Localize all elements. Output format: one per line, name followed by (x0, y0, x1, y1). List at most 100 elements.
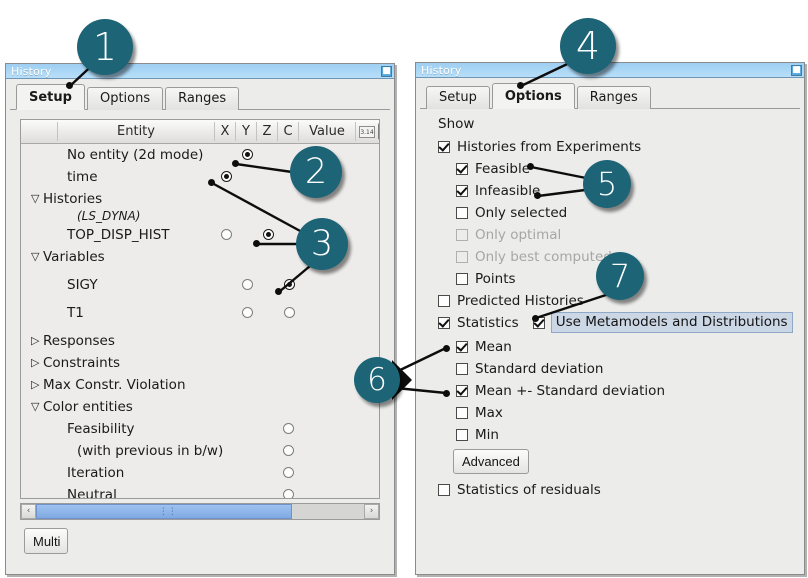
table-row[interactable]: Feasibility (21, 418, 379, 440)
scrollbar-thumb[interactable]: ⋮⋮ (36, 504, 292, 519)
checkbox-only-best-computed: Only best computed (456, 246, 612, 267)
checkbox-mean-plus-minus-standard-deviation[interactable]: Mean +- Standard deviation (456, 380, 665, 401)
checkbox-icon[interactable] (438, 294, 450, 307)
horizontal-scrollbar[interactable]: ‹ ⋮⋮ › (20, 503, 380, 520)
row-label: time (67, 169, 98, 185)
checkbox-max[interactable]: Max (456, 402, 503, 423)
radio-x[interactable] (221, 171, 232, 182)
left-window-titlebar[interactable]: History ■ (6, 64, 394, 79)
radio-y[interactable] (242, 149, 253, 160)
col-value[interactable]: Value (299, 120, 355, 143)
table-row[interactable]: ▷ Constraints (21, 352, 379, 374)
leader-dot (208, 179, 215, 186)
tab-ranges[interactable]: Ranges (165, 87, 240, 110)
col-c[interactable]: C (278, 120, 298, 143)
scrollbar-track[interactable]: ⋮⋮ (36, 504, 364, 519)
radio-y[interactable] (242, 279, 253, 290)
scroll-right-icon[interactable]: › (364, 504, 379, 519)
scroll-left-icon[interactable]: ‹ (21, 504, 36, 519)
expand-columns-icon[interactable] (378, 123, 379, 140)
radio-c[interactable] (283, 467, 294, 478)
checkbox-icon[interactable] (456, 362, 468, 375)
close-icon[interactable]: ■ (381, 65, 392, 77)
close-icon[interactable]: ■ (791, 64, 802, 76)
row-label: Feasibility (67, 421, 135, 437)
row-label: No entity (2d mode) (67, 147, 204, 163)
row-label: Iteration (67, 465, 125, 481)
row-label: Variables (43, 249, 105, 265)
table-row[interactable]: SIGY (21, 274, 379, 296)
checkbox-icon[interactable] (438, 140, 450, 153)
table-row[interactable]: Iteration (21, 462, 379, 484)
numeric-format-icon[interactable]: 3.14 (359, 126, 375, 138)
twisty-expanded-icon[interactable]: ▽ (31, 396, 39, 418)
advanced-button[interactable]: Advanced (453, 449, 529, 474)
col-entity[interactable]: Entity (61, 120, 211, 143)
checkbox-standard-deviation[interactable]: Standard deviation (456, 358, 603, 379)
radio-y[interactable] (242, 307, 253, 318)
twisty-collapsed-icon[interactable]: ▷ (31, 374, 39, 396)
table-row[interactable]: ▷ Responses (21, 330, 379, 352)
tab-setup[interactable]: Setup (16, 84, 85, 110)
leader-dot (443, 345, 450, 352)
leader-dot (527, 163, 534, 170)
right-window-titlebar[interactable]: History ■ (416, 63, 804, 78)
tab-ranges[interactable]: Ranges (576, 86, 651, 109)
row-label: T1 (67, 305, 84, 321)
col-x[interactable]: X (215, 120, 235, 143)
checkbox-statistics-of-residuals[interactable]: Statistics of residuals (438, 479, 601, 500)
table-row[interactable]: ▷ Max Constr. Violation (21, 374, 379, 396)
checkbox-icon[interactable] (456, 162, 468, 175)
col-z[interactable]: Z (257, 120, 277, 143)
history-setup-window[interactable]: History ■ Setup Options Ranges Entity X … (5, 63, 395, 575)
tab-options[interactable]: Options (491, 83, 575, 109)
checkbox-icon[interactable] (456, 184, 468, 197)
table-row[interactable]: T1 (21, 302, 379, 324)
checkbox-icon[interactable] (456, 206, 468, 219)
checkbox-icon[interactable] (456, 384, 468, 397)
radio-x[interactable] (221, 229, 232, 240)
twisty-expanded-icon[interactable]: ▽ (31, 246, 39, 268)
leader-dot (443, 390, 450, 397)
tab-setup[interactable]: Setup (426, 86, 490, 109)
checkbox-statistics[interactable]: Statistics Use Metamodels and Distributi… (438, 312, 793, 333)
twisty-collapsed-icon[interactable]: ▷ (31, 330, 39, 352)
use-metamodels-label[interactable]: Use Metamodels and Distributions (550, 312, 793, 333)
checkbox-points[interactable]: Points (456, 268, 516, 289)
show-label: Show (438, 116, 475, 132)
tab-options[interactable]: Options (86, 87, 164, 110)
radio-y[interactable] (263, 229, 274, 240)
table-row[interactable]: Neutral (21, 484, 379, 498)
checkbox-predicted-histories[interactable]: Predicted Histories (438, 290, 584, 311)
radio-c[interactable] (283, 445, 294, 456)
checkbox-icon[interactable] (456, 340, 468, 353)
table-row[interactable]: (with previous in b/w) (21, 440, 379, 462)
checkbox-feasible[interactable]: Feasible (456, 158, 530, 179)
row-label: Color entities (43, 399, 133, 415)
radio-z[interactable] (284, 307, 295, 318)
left-window-title: History (11, 64, 52, 78)
checkbox-label: Mean +- Standard deviation (475, 382, 666, 399)
checkbox-icon[interactable] (456, 406, 468, 419)
checkbox-icon[interactable] (456, 428, 468, 441)
scrollbar-grip-icon: ⋮⋮ (158, 507, 177, 517)
checkbox-icon[interactable] (456, 272, 468, 285)
checkbox-min[interactable]: Min (456, 424, 499, 445)
radio-c[interactable] (283, 489, 294, 498)
radio-c[interactable] (283, 423, 294, 434)
checkbox-mean[interactable]: Mean (456, 336, 512, 357)
callout-badge-1: 1 (77, 19, 133, 75)
row-label: Responses (43, 333, 115, 349)
leader-dot (253, 240, 260, 247)
multi-button[interactable]: Multi (24, 528, 68, 554)
history-options-window[interactable]: History ■ Setup Options Ranges Show Hist… (415, 62, 805, 575)
twisty-collapsed-icon[interactable]: ▷ (31, 352, 39, 374)
col-y[interactable]: Y (236, 120, 256, 143)
radio-z[interactable] (284, 279, 295, 290)
checkbox-histories-from-experiments[interactable]: Histories from Experiments (438, 136, 641, 157)
table-row[interactable]: ▽ Color entities (21, 396, 379, 418)
checkbox-icon[interactable] (438, 316, 450, 329)
checkbox-icon[interactable] (438, 483, 450, 496)
checkbox-infeasible[interactable]: Infeasible (456, 180, 540, 201)
checkbox-only-selected[interactable]: Only selected (456, 202, 567, 223)
